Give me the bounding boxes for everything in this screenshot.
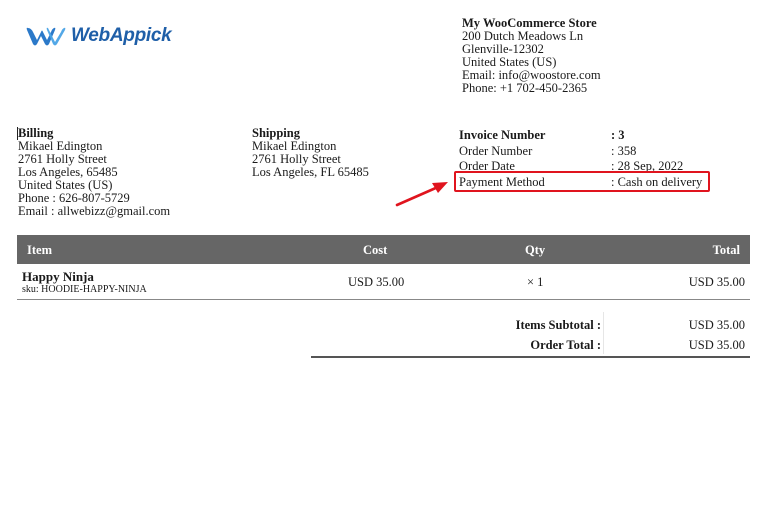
column-item: Item: [27, 243, 52, 257]
items-subtotal-label: Items Subtotal :: [515, 318, 601, 332]
product-sku: sku: HOODIE-HAPPY-NINJA: [22, 284, 147, 295]
column-cost: Cost: [363, 243, 388, 257]
brand-logo: WebAppick: [26, 24, 172, 48]
store-phone: Phone: +1 702-450-2365: [462, 81, 588, 95]
order-number-value: : 358: [611, 143, 637, 158]
shipping-city: Los Angeles, FL 65485: [252, 165, 369, 179]
product-total: USD 35.00: [688, 275, 745, 289]
payment-method-highlight: [454, 171, 710, 192]
totals-underline: [311, 356, 750, 358]
totals-divider: [603, 312, 604, 354]
table-row: Happy Ninja sku: HOODIE-HAPPY-NINJA USD …: [17, 264, 750, 300]
billing-email: Email : allwebizz@gmail.com: [18, 204, 171, 218]
order-number-label: Order Number: [459, 143, 533, 158]
brand-name: WebAppick: [71, 25, 172, 46]
shipping-address: Shipping Mikael Edington 2761 Holly Stre…: [252, 127, 369, 179]
billing-address: Billing Mikael Edington 2761 Holly Stree…: [18, 127, 170, 218]
invoice-number-value: : 3: [611, 128, 625, 142]
invoice-number-label: Invoice Number: [459, 128, 546, 142]
order-total-value: USD 35.00: [688, 338, 745, 352]
annotation-arrow-icon: [395, 182, 448, 207]
product-cost: USD 35.00: [348, 275, 405, 289]
column-qty: Qty: [525, 243, 546, 257]
column-total: Total: [712, 243, 740, 257]
store-info: My WooCommerce Store 200 Dutch Meadows L…: [462, 17, 601, 95]
order-total-label: Order Total :: [530, 338, 601, 352]
product-name: Happy Ninja: [22, 269, 94, 284]
webappick-logo-icon: [26, 27, 66, 46]
items-subtotal-value: USD 35.00: [688, 318, 745, 332]
product-qty: × 1: [527, 275, 544, 289]
items-table-header: Item Cost Qty Total: [17, 235, 750, 264]
